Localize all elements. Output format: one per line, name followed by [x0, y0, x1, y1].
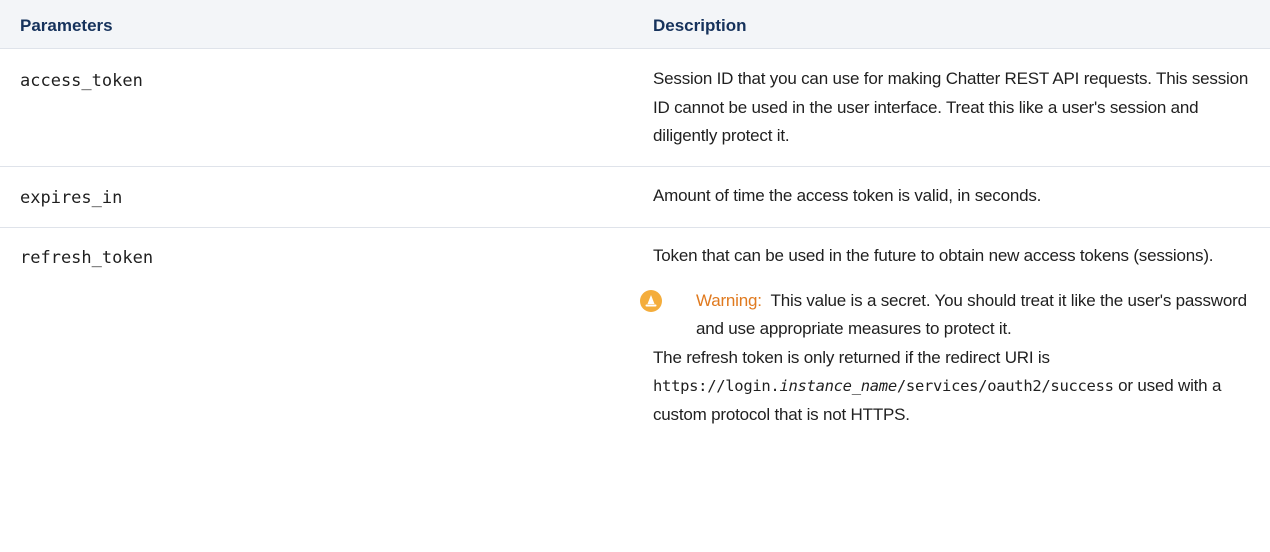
redirect-uri: https://login.instance_name/services/oau…: [653, 377, 1114, 395]
warning-callout: Warning: This value is a secret. You sho…: [640, 287, 1258, 344]
column-header-description: Description: [653, 16, 747, 35]
description-text: Session ID that you can use for making C…: [653, 69, 1249, 145]
param-name: expires_in: [20, 188, 123, 208]
warning-label: Warning:: [696, 290, 762, 310]
param-name: refresh_token: [20, 248, 154, 268]
column-header-parameters: Parameters: [20, 16, 113, 35]
note-text-before: The refresh token is only returned if th…: [653, 347, 1050, 367]
table-row: expires_in Amount of time the access tok…: [0, 167, 1270, 228]
param-description: Session ID that you can use for making C…: [653, 65, 1258, 151]
description-text: Token that can be used in the future to …: [653, 246, 1214, 265]
description-text: Amount of time the access token is valid…: [653, 186, 1042, 205]
param-description: Token that can be used in the future to …: [640, 242, 1258, 430]
warning-cone-icon: [640, 289, 662, 312]
refresh-note: The refresh token is only returned if th…: [653, 344, 1258, 430]
table-header: Parameters Description: [0, 0, 1270, 49]
warning-text: This value is a secret. You should treat…: [696, 290, 1247, 339]
param-description: Amount of time the access token is valid…: [653, 182, 1258, 211]
uri-suffix: /services/oauth2/success: [896, 377, 1114, 395]
param-name: access_token: [20, 71, 143, 91]
uri-prefix: https://login.: [653, 377, 780, 395]
uri-variable: instance_name: [779, 377, 897, 395]
table-row: refresh_token Token that can be used in …: [0, 228, 1270, 552]
table-row: access_token Session ID that you can use…: [0, 49, 1270, 167]
